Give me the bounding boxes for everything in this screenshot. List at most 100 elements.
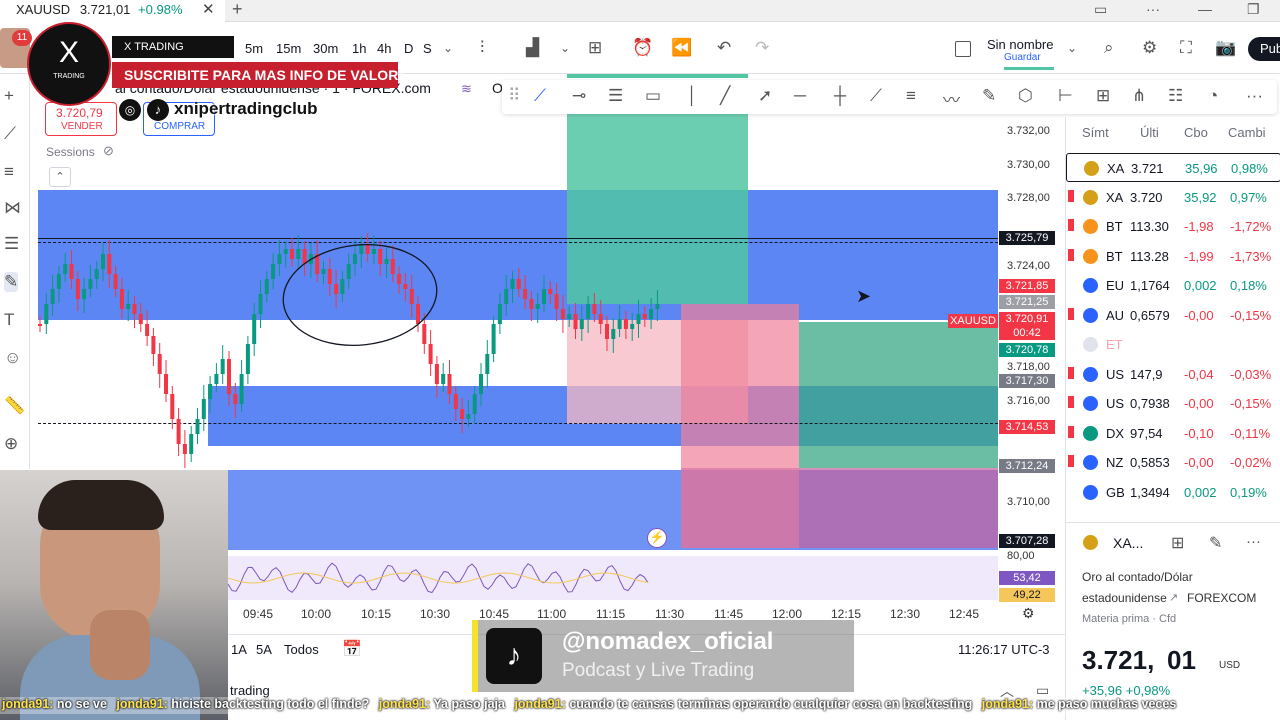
ray-icon[interactable]: ⊸ — [572, 86, 586, 106]
channel-icon[interactable]: ☰ — [608, 86, 623, 106]
pattern-icon[interactable]: ⋈ — [4, 198, 21, 218]
chevron-down-icon[interactable]: ⌄ — [443, 41, 453, 55]
polygon-icon[interactable]: ⬡ — [1018, 86, 1033, 106]
browser-tab[interactable]: XAUUSD 3.721,01 +0.98% ✕ — [0, 0, 225, 22]
flag-icon[interactable] — [1068, 425, 1074, 438]
sessions-label[interactable]: Sessions — [46, 145, 95, 159]
clock[interactable]: 11:26:17 UTC-3 — [958, 642, 1050, 657]
arrow-cursor-icon[interactable]: ➚ — [758, 86, 772, 106]
watchlist-row[interactable]: BT 113.28 -1,99 -1,73% — [1066, 242, 1280, 271]
projection-icon[interactable]: ☰ — [4, 234, 19, 254]
undo-icon[interactable]: ↶ — [717, 38, 731, 58]
sell-button[interactable]: 3.720,79 VENDER — [45, 102, 117, 136]
vertical-line-icon[interactable]: │ — [687, 86, 698, 106]
chart-type-icon[interactable]: ▟ — [526, 38, 539, 58]
search-zoom-icon[interactable]: ⌕ — [1104, 38, 1114, 58]
flag-icon[interactable] — [1068, 396, 1074, 408]
details-exchange[interactable]: FOREXCOM — [1187, 591, 1256, 605]
fib-icon[interactable]: ≡ — [4, 162, 14, 182]
timeframe-5m[interactable]: 5m — [245, 41, 263, 56]
path-icon[interactable]: 〰 — [943, 86, 960, 111]
timeframe-1h[interactable]: 1h — [352, 41, 366, 56]
watchlist-row[interactable]: DX 97,54 -0,10 -0,11% — [1066, 419, 1280, 448]
header-symbol[interactable]: Símt — [1082, 125, 1109, 140]
header-change[interactable]: Cbo — [1184, 125, 1208, 140]
indicator-icon[interactable]: ≋ — [461, 81, 472, 97]
flag-icon[interactable] — [1068, 307, 1074, 320]
close-icon[interactable]: ✕ — [202, 0, 215, 20]
text-tool-icon[interactable]: T — [4, 310, 14, 330]
more-icon[interactable]: ··· — [1146, 1, 1160, 17]
calendar-icon[interactable]: 📅 — [342, 639, 362, 659]
edit-icon[interactable]: ✎ — [1209, 533, 1222, 553]
watchlist-row[interactable]: NZ 0,5853 -0,00 -0,02% — [1066, 448, 1280, 477]
gann-icon[interactable]: ☷ — [1168, 86, 1183, 106]
publish-button[interactable]: Pub — [1248, 37, 1280, 61]
watchlist-row[interactable]: XA 3.720 35,92 0,97% — [1066, 183, 1280, 212]
timeframe-s[interactable]: S — [423, 41, 432, 56]
line-tool-icon[interactable]: ⟋ — [4, 124, 16, 144]
watchlist-row[interactable]: BT 113.30 -1,98 -1,72% — [1066, 212, 1280, 241]
alert-clock-icon[interactable]: ⏰ — [632, 38, 653, 58]
more-icon[interactable]: ··· — [1246, 86, 1263, 106]
trendline-icon[interactable]: ⟋ — [534, 86, 546, 106]
watchlist-row[interactable]: US 147,9 -0,04 -0,03% — [1066, 360, 1280, 389]
crosshair-icon[interactable]: + — [4, 86, 14, 106]
grid-icon[interactable]: ⊞ — [1171, 533, 1184, 553]
range-todos[interactable]: Todos — [284, 642, 319, 657]
cross-line-icon[interactable]: ┼ — [834, 86, 846, 106]
lightning-icon[interactable]: ⚡ — [647, 528, 667, 548]
timeframe-15m[interactable]: 15m — [276, 41, 301, 56]
watchlist-row[interactable]: ET — [1066, 330, 1280, 359]
grid-icon[interactable]: ⊞ — [1096, 86, 1110, 106]
range-5a[interactable]: 5A — [256, 642, 272, 657]
rsi-pane[interactable] — [228, 556, 998, 600]
extended-line-icon[interactable]: ⟋ — [870, 86, 882, 106]
rectangle-icon[interactable]: ▭ — [645, 86, 661, 106]
checkbox-icon[interactable] — [955, 41, 971, 57]
drag-handle-icon[interactable]: ⠿ — [508, 86, 520, 106]
range-icon[interactable]: ⊢ — [1058, 86, 1073, 106]
ruler-icon[interactable]: 📏 — [4, 396, 25, 416]
watchlist-row[interactable]: XA 3.721 35,96 0,98% — [1066, 153, 1280, 182]
replay-icon[interactable]: ⏪ — [671, 38, 692, 58]
settings-icon[interactable]: ⚙ — [1022, 605, 1035, 622]
flag-icon[interactable] — [1068, 455, 1074, 467]
cycle-icon[interactable]: ◔ — [1208, 86, 1218, 106]
brush-icon[interactable]: ✎ — [4, 272, 19, 292]
chevron-down-icon[interactable]: ⌄ — [560, 41, 570, 55]
minimize-icon[interactable]: — — [1198, 1, 1212, 17]
restore-icon[interactable]: ❐ — [1247, 1, 1260, 18]
pitchfork-icon[interactable]: ⋔ — [1132, 86, 1146, 106]
layout-status[interactable]: Guardar — [1004, 52, 1041, 63]
emoji-icon[interactable]: ☺ — [4, 348, 21, 368]
timeframe-30m[interactable]: 30m — [313, 41, 338, 56]
settings-icon[interactable]: ⚙ — [1142, 38, 1157, 58]
indicators-icon[interactable]: ⊞ — [588, 38, 602, 58]
timeframe-d[interactable]: D — [404, 41, 413, 56]
chevron-down-icon[interactable]: ⌄ — [1067, 41, 1077, 55]
watchlist-row[interactable]: GB 1,3494 0,002 0,19% — [1066, 478, 1280, 507]
candles-icon[interactable]: ⫶ — [480, 38, 484, 58]
redo-icon[interactable]: ↷ — [755, 38, 769, 58]
device-icon[interactable]: ▭ — [1094, 1, 1107, 18]
range-1a[interactable]: 1A — [231, 642, 247, 657]
header-last[interactable]: Últi — [1140, 125, 1159, 140]
short-position-stop-lower[interactable] — [799, 468, 998, 548]
flag-icon[interactable] — [1068, 189, 1074, 202]
trading-panel-tab[interactable]: trading — [230, 683, 270, 698]
flag-icon[interactable] — [1068, 248, 1074, 261]
plus-icon[interactable]: + — [232, 0, 243, 20]
fullscreen-icon[interactable]: ⛶ — [1180, 38, 1192, 58]
eye-off-icon[interactable]: ⊘ — [103, 143, 114, 159]
line-icon[interactable]: ╱ — [720, 86, 730, 106]
zoom-in-icon[interactable]: ⊕ — [4, 434, 18, 454]
flag-icon[interactable] — [1068, 219, 1074, 231]
collapse-icon[interactable]: ⌃ — [49, 167, 71, 187]
external-link-icon[interactable]: ↗ — [1169, 591, 1178, 604]
watchlist-row[interactable]: US 0,7938 -0,00 -0,15% — [1066, 389, 1280, 418]
header-change-pct[interactable]: Cambi — [1228, 125, 1266, 140]
watchlist-row[interactable]: EU 1,1764 0,002 0,18% — [1066, 271, 1280, 300]
fib-retracement-icon[interactable]: ≡ — [906, 86, 916, 106]
watchlist-row[interactable]: AU 0,6579 -0,00 -0,15% — [1066, 301, 1280, 330]
